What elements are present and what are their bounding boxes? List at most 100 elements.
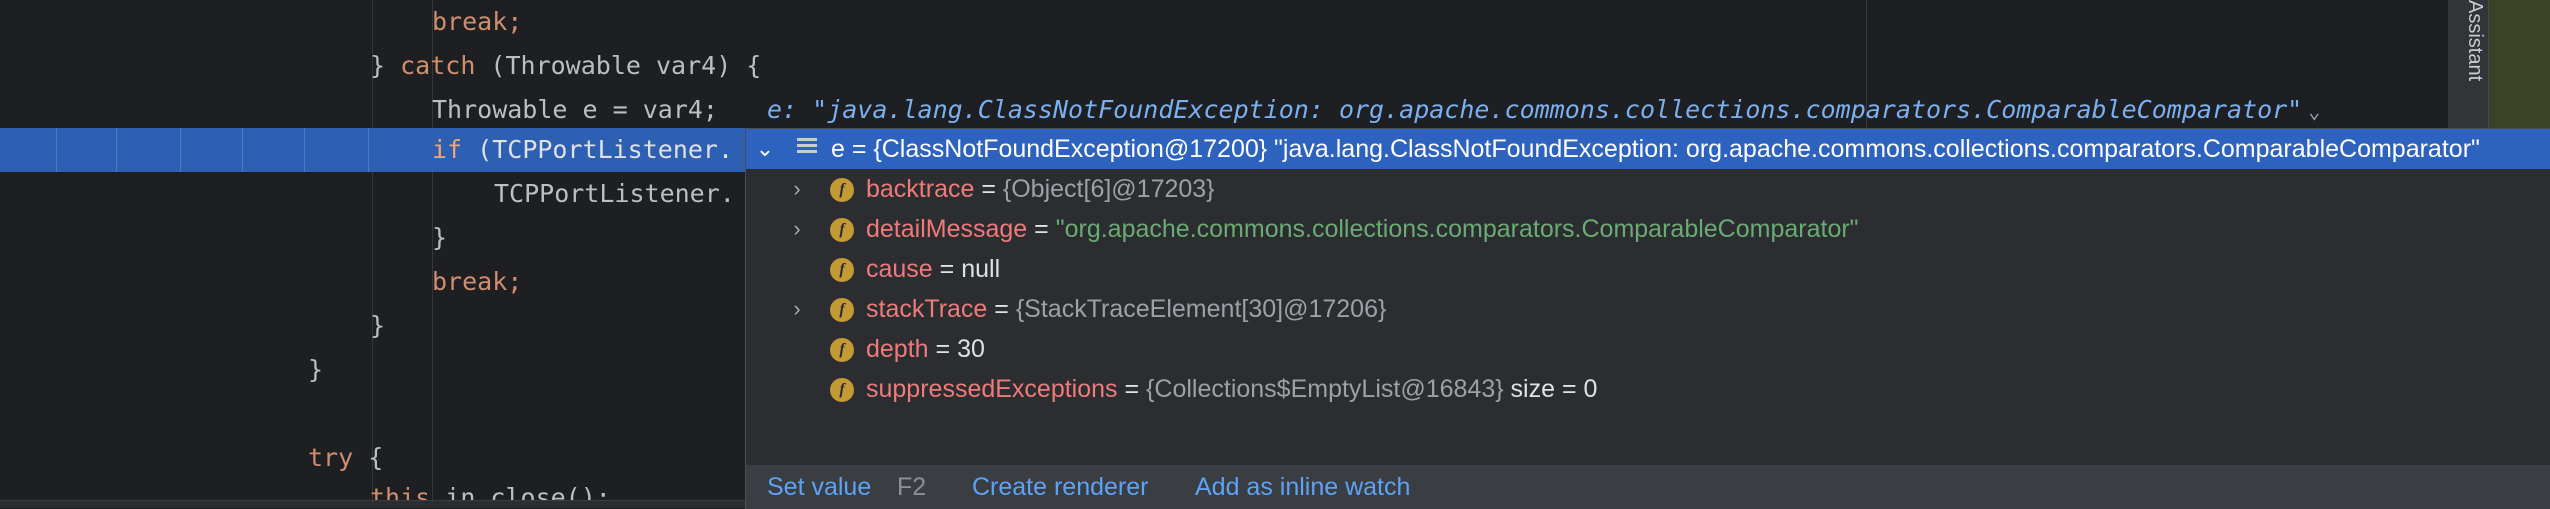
field-name: depth (866, 335, 929, 363)
code-text: Throwable e = var4; (432, 88, 718, 132)
field-icon-letter: f (839, 381, 845, 398)
code-line-catch: } catch (Throwable var4) { (0, 44, 2448, 88)
equals-sign: = (932, 255, 962, 283)
field-icon: f (830, 338, 854, 362)
keyword-break: break; (432, 7, 523, 36)
chevron-right-icon[interactable]: › (782, 169, 812, 209)
field-name: stackTrace (866, 295, 988, 323)
variable-name: e (831, 135, 845, 163)
field-name: backtrace (866, 175, 975, 203)
indent-marker (180, 128, 181, 172)
code-text: } (370, 304, 385, 348)
variable-value: "java.lang.ClassNotFoundException: org.a… (1267, 135, 2480, 163)
popup-hint-bar: Set value F2 Create renderer Add as inli… (746, 465, 2550, 509)
code-text: if (TCPPortListener. (432, 128, 733, 172)
code-text: } (432, 216, 447, 260)
field-icon-letter: f (839, 221, 845, 238)
field-icon-letter: f (839, 181, 845, 198)
indent-marker (242, 128, 243, 172)
tree-row-field[interactable]: › f stackTrace = {StackTraceElement[30]@… (746, 289, 2550, 329)
code-brace: { (353, 443, 384, 472)
indent-marker (304, 128, 305, 172)
background-panel (2489, 0, 2550, 128)
code-line-throwable: Throwable e = var4; e: "java.lang.ClassN… (0, 88, 2448, 132)
field-entry: depth = 30 (866, 329, 985, 369)
equals-sign: = (1027, 215, 1056, 243)
right-tool-strip: Assistant (2448, 0, 2550, 128)
indent-marker (56, 128, 57, 172)
field-icon-letter: f (839, 261, 845, 278)
field-entry: suppressedExceptions = {Collections$Empt… (866, 369, 1597, 409)
root-variable: e = {ClassNotFoundException@17200} "java… (831, 129, 2480, 169)
code-text: } (308, 348, 323, 392)
keyword-break: break; (432, 267, 523, 296)
field-icon: f (830, 378, 854, 402)
indent-marker (368, 128, 369, 172)
equals-sign: = (974, 175, 1003, 203)
code-brace: } (432, 223, 448, 252)
field-name: cause (866, 255, 933, 283)
field-entry: backtrace = {Object[6]@17203} (866, 169, 1215, 209)
keyword-try: try (308, 443, 354, 472)
chevron-down-icon[interactable]: ⌄ (2308, 99, 2320, 123)
tree-row-field[interactable]: › f detailMessage = "org.apache.commons.… (746, 209, 2550, 249)
editor-bottom-border (0, 500, 745, 508)
tcp-call: TCPPortListener. (494, 179, 735, 208)
field-value: null (961, 255, 1001, 283)
field-value: 30 (957, 335, 985, 363)
field-entry: cause = null (866, 249, 1000, 289)
code-line-break: break; (0, 0, 2448, 44)
inline-debug-text: e: "java.lang.ClassNotFoundException: or… (767, 95, 2303, 124)
field-icon: f (830, 258, 854, 282)
set-value-shortcut: F2 (897, 473, 927, 501)
code-text: try { (308, 436, 383, 480)
chevron-down-icon[interactable]: ⌄ (750, 129, 780, 169)
field-size: size = 0 (1503, 375, 1598, 403)
chevron-right-icon[interactable]: › (782, 209, 812, 249)
if-condition: (TCPPortListener. (462, 135, 734, 164)
inline-debug-value[interactable]: e: "java.lang.ClassNotFoundException: or… (767, 88, 2320, 132)
code-brace: } (308, 355, 324, 384)
field-type-value: {Object[6]@17203} (1002, 175, 1215, 203)
code-text: TCPPortListener. (494, 172, 735, 216)
field-icon: f (830, 178, 854, 202)
variable-type: {ClassNotFoundException@17200} (873, 135, 1268, 163)
code-brace: } (370, 51, 401, 80)
assistant-tab[interactable]: Assistant (2448, 0, 2489, 128)
create-renderer-link[interactable]: Create renderer (972, 465, 1148, 509)
tree-row-root[interactable]: ⌄ e = {ClassNotFoundException@17200} "ja… (746, 129, 2550, 169)
keyword-catch: catch (400, 51, 476, 80)
field-name: detailMessage (866, 215, 1028, 243)
equals-sign: = (928, 335, 958, 363)
assistant-tab-label: Assistant (2464, 0, 2486, 82)
code-text: break; (432, 260, 522, 304)
tree-row-field[interactable]: f depth = 30 (746, 329, 2550, 369)
field-string-value: "org.apache.commons.collections.comparat… (1055, 215, 1859, 243)
equals-sign: = (1117, 375, 1147, 403)
equals-sign: = (844, 135, 874, 163)
tree-row-field[interactable]: › f backtrace = {Object[6]@17203} (746, 169, 2550, 209)
code-text: break; (432, 0, 522, 44)
add-inline-watch-link[interactable]: Add as inline watch (1195, 465, 1410, 509)
field-type-value: {StackTraceElement[30]@17206} (1015, 295, 1387, 323)
tree-row-field[interactable]: f suppressedExceptions = {Collections$Em… (746, 369, 2550, 409)
field-icon: f (830, 218, 854, 242)
code-text: } catch (Throwable var4) { (370, 44, 761, 88)
throwable-assignment: Throwable e = var4; (432, 95, 718, 124)
field-icon-letter: f (839, 301, 845, 318)
field-entry: stackTrace = {StackTraceElement[30]@1720… (866, 289, 1386, 329)
field-icon-letter: f (839, 341, 845, 358)
debug-value-popup[interactable]: ⌄ e = {ClassNotFoundException@17200} "ja… (745, 128, 2550, 509)
field-entry: detailMessage = "org.apache.commons.coll… (866, 209, 1859, 249)
equals-sign: = (987, 295, 1016, 323)
set-value-link[interactable]: Set value (767, 465, 871, 509)
tree-row-field[interactable]: f cause = null (746, 249, 2550, 289)
indent-marker (116, 128, 117, 172)
field-name: suppressedExceptions (866, 375, 1118, 403)
catch-clause: (Throwable var4) { (475, 51, 762, 80)
object-lines-icon (797, 138, 817, 160)
field-type-value: {Collections$EmptyList@16843} (1146, 375, 1504, 403)
keyword-if: if (432, 135, 463, 164)
field-icon: f (830, 298, 854, 322)
chevron-right-icon[interactable]: › (782, 289, 812, 329)
